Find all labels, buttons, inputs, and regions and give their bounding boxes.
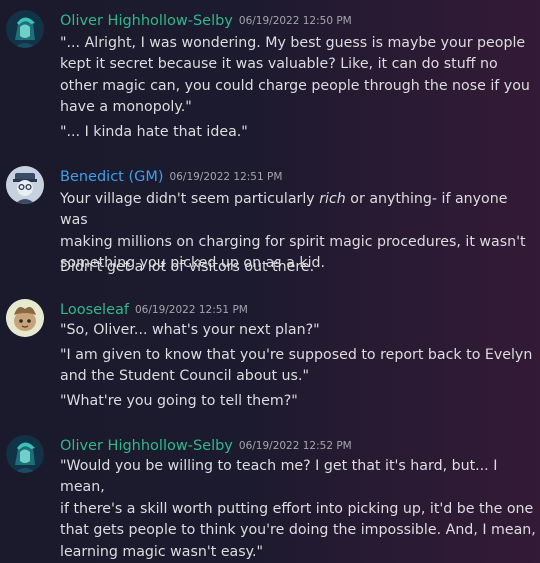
avatar[interactable] — [6, 435, 44, 473]
avatar[interactable] — [6, 166, 44, 204]
message-header: Benedict (GM) 06/19/2022 12:51 PM — [60, 166, 282, 186]
timestamp: 06/19/2022 12:52 PM — [238, 440, 352, 452]
message-header: Oliver Highhollow-Selby 06/19/2022 12:52 … — [60, 435, 352, 455]
username[interactable]: Benedict (GM) — [60, 169, 164, 185]
avatar[interactable] — [6, 10, 44, 48]
message-text-segment: Your village didn't seem particularly — [60, 191, 320, 207]
message-text: "I am given to know that you're supposed… — [60, 347, 533, 385]
message-header: Oliver Highhollow-Selby 06/19/2022 12:50 … — [60, 10, 352, 30]
username[interactable]: Looseleaf — [60, 302, 129, 318]
timestamp: 06/19/2022 12:51 PM — [134, 304, 248, 316]
message-text: Didn't get a lot of visitors out there. — [60, 259, 315, 275]
timestamp: 06/19/2022 12:51 PM — [169, 171, 283, 183]
username[interactable]: Oliver Highhollow-Selby — [60, 13, 233, 29]
message-text: "... Alright, I was wondering. My best g… — [60, 35, 530, 116]
message-text: "Would you be willing to teach me? I get… — [60, 458, 536, 560]
username[interactable]: Oliver Highhollow-Selby — [60, 438, 233, 454]
message-text-emphasis: rich — [319, 191, 346, 207]
message-text: "What're you going to tell them?" — [60, 393, 298, 409]
message-text: "So, Oliver... what's your next plan?" — [60, 322, 320, 338]
timestamp: 06/19/2022 12:50 PM — [238, 15, 352, 27]
message-text: "... I kinda hate that idea." — [60, 124, 248, 140]
avatar[interactable] — [6, 299, 44, 337]
message-header: Looseleaf 06/19/2022 12:51 PM — [60, 299, 248, 319]
